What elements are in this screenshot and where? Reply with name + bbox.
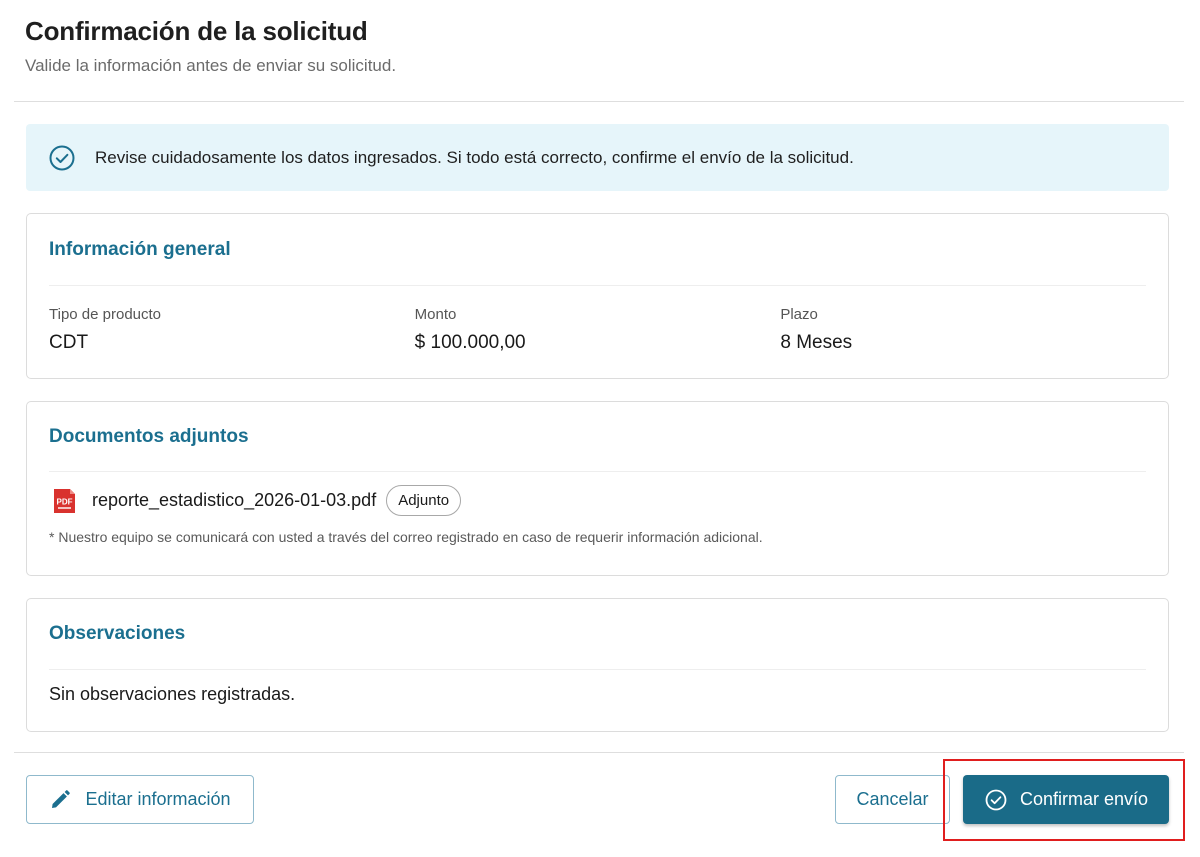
- documents-note: * Nuestro equipo se comunicará con usted…: [49, 529, 763, 545]
- footer-divider: [14, 752, 1184, 753]
- page-header: Confirmación de la solicitud Valide la i…: [25, 16, 396, 76]
- page-title: Confirmación de la solicitud: [25, 16, 368, 46]
- highlight-box: [943, 759, 1185, 841]
- field-amount: Monto $ 100.000,00: [415, 306, 781, 354]
- attached-documents-title: Documentos adjuntos: [49, 402, 1146, 472]
- pdf-file-icon: PDF: [49, 486, 79, 516]
- attached-documents-card: Documentos adjuntos PDF reporte_estadist…: [26, 401, 1169, 576]
- field-product-type: Tipo de producto CDT: [49, 306, 415, 354]
- general-info-fields: Tipo de producto CDT Monto $ 100.000,00 …: [49, 306, 1146, 354]
- field-value: 8 Meses: [780, 332, 853, 353]
- header-divider: [14, 101, 1184, 102]
- field-label: Tipo de producto: [49, 306, 162, 323]
- general-info-card: Información general Tipo de producto CDT…: [26, 213, 1169, 379]
- field-label: Monto: [414, 306, 457, 323]
- pencil-icon: [49, 789, 71, 811]
- observations-title: Observaciones: [49, 599, 1146, 670]
- request-confirmation-page: Confirmación de la solicitud Valide la i…: [0, 0, 1200, 857]
- check-circle-icon: [48, 144, 76, 172]
- cancel-button[interactable]: Cancelar: [835, 775, 950, 824]
- alert-text: Revise cuidadosamente los datos ingresad…: [95, 147, 854, 167]
- svg-text:PDF: PDF: [57, 497, 73, 506]
- general-info-title: Información general: [49, 214, 1146, 286]
- cancel-label: Cancelar: [856, 789, 929, 809]
- field-value: CDT: [49, 332, 89, 353]
- field-value: $ 100.000,00: [414, 332, 526, 353]
- edit-info-label: Editar información: [85, 789, 231, 809]
- info-alert: Revise cuidadosamente los datos ingresad…: [26, 124, 1169, 191]
- observations-text: Sin observaciones registradas.: [49, 684, 296, 704]
- page-subtitle: Valide la información antes de enviar su…: [25, 56, 397, 75]
- observations-card: Observaciones Sin observaciones registra…: [26, 598, 1169, 732]
- attached-badge: Adjunto: [386, 485, 462, 516]
- document-name[interactable]: reporte_estadistico_2026-01-03.pdf: [92, 490, 376, 511]
- edit-info-button[interactable]: Editar información: [26, 775, 254, 824]
- field-term: Plazo 8 Meses: [780, 306, 1146, 354]
- field-label: Plazo: [780, 306, 818, 323]
- document-item[interactable]: PDF reporte_estadistico_2026-01-03.pdf A…: [49, 485, 1146, 516]
